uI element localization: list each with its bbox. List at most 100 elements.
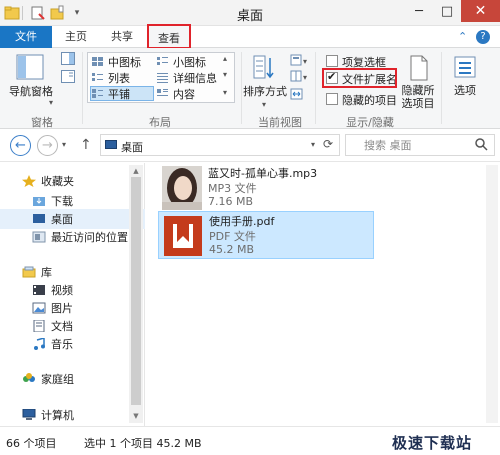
nav-favorites-label: 收藏夹 xyxy=(41,175,74,188)
hidden-items-label: 隐藏的项目 xyxy=(342,94,397,107)
sort-by-button[interactable]: 排序方式 xyxy=(243,85,287,98)
layout-expand-icon[interactable]: ▾ xyxy=(223,88,227,97)
nav-libraries-label: 库 xyxy=(41,266,52,279)
address-bar[interactable]: 桌面 ▾ ⟳ xyxy=(100,134,340,156)
nav-libraries[interactable]: 库 xyxy=(0,262,145,282)
hidden-items-checkbox[interactable] xyxy=(326,93,338,105)
nav-recent-places[interactable]: 最近访问的位置 xyxy=(0,227,145,247)
nav-homegroup[interactable]: 家庭组 xyxy=(0,369,145,389)
details-icon xyxy=(156,72,169,83)
list-icon xyxy=(91,72,104,83)
layout-tiles-label: 平铺 xyxy=(108,87,130,101)
search-icon[interactable] xyxy=(475,138,488,151)
layout-list[interactable]: 列表 xyxy=(91,70,130,85)
navigation-pane-dropdown-icon[interactable]: ▾ xyxy=(46,96,56,109)
pdf-file-icon xyxy=(163,214,203,258)
search-input[interactable] xyxy=(345,134,495,156)
navigation-pane-icon[interactable] xyxy=(15,52,45,82)
nav-desktop[interactable]: 桌面 xyxy=(0,209,145,229)
file-item-mp3[interactable]: 蓝又时-孤单心事.mp3 MP3 文件 7.16 MB xyxy=(158,164,374,212)
computer-icon xyxy=(22,408,36,421)
close-button[interactable]: ✕ xyxy=(461,0,500,22)
tiles-icon xyxy=(91,88,104,99)
layout-scroll-down-icon[interactable]: ▾ xyxy=(223,70,227,79)
nav-computer-label: 计算机 xyxy=(41,409,74,422)
content-icon xyxy=(156,88,169,99)
layout-details-label: 详细信息 xyxy=(173,71,217,85)
details-pane-icon[interactable] xyxy=(61,70,75,83)
add-columns-icon[interactable]: ▾ xyxy=(290,70,310,82)
nav-scrollbar[interactable]: ▲ ▼ xyxy=(129,165,143,423)
ribbon-view: 导航窗格 ▾ 窗格 中图标 小图标 列表 详细信息 平铺 内容 ▴ ▾ ▾ 布局… xyxy=(0,48,500,129)
nav-pictures[interactable]: 图片 xyxy=(0,298,145,318)
file-type: PDF 文件 xyxy=(209,230,256,243)
hide-selected-line1[interactable]: 隐藏所 xyxy=(398,84,438,97)
ribbon-tab-bar: 文件 主页 共享 查看 xyxy=(0,24,500,74)
maximize-button[interactable]: □ xyxy=(433,0,461,22)
hide-selected-line2[interactable]: 选项目 xyxy=(398,97,438,110)
refresh-icon[interactable]: ⟳ xyxy=(323,137,333,151)
svg-text:▾: ▾ xyxy=(303,57,307,66)
nav-music[interactable]: 音乐 xyxy=(0,334,145,354)
recent-places-icon xyxy=(32,231,46,243)
address-dropdown-icon[interactable]: ▾ xyxy=(311,140,315,149)
sort-by-icon[interactable] xyxy=(252,54,276,80)
item-checkboxes-checkbox[interactable] xyxy=(326,55,338,67)
ribbon-collapse-icon[interactable]: ⌃ xyxy=(458,30,467,43)
nav-pictures-label: 图片 xyxy=(51,302,73,315)
recent-locations-icon[interactable]: ▾ xyxy=(62,140,66,149)
status-bar: 66 个项目 选中 1 个项目 45.2 MB 极速下载站 xyxy=(0,426,500,455)
nav-favorites[interactable]: 收藏夹 xyxy=(0,171,145,191)
options-icon[interactable] xyxy=(452,54,478,80)
status-item-count: 66 个项目 xyxy=(6,437,57,450)
scroll-down-icon[interactable]: ▼ xyxy=(131,411,141,421)
scroll-up-icon[interactable]: ▲ xyxy=(131,166,141,176)
nav-computer[interactable]: 计算机 xyxy=(0,405,145,425)
file-list-scrollbar[interactable] xyxy=(486,165,498,423)
tab-view[interactable]: 查看 xyxy=(147,24,191,49)
back-button[interactable]: ← xyxy=(10,135,31,156)
layout-tiles[interactable]: 平铺 xyxy=(90,86,154,101)
layout-content-label: 内容 xyxy=(173,87,195,101)
file-item-pdf[interactable]: 使用手册.pdf PDF 文件 45.2 MB xyxy=(158,211,374,259)
preview-pane-icon[interactable] xyxy=(61,52,75,65)
explorer-app-icon[interactable] xyxy=(4,5,20,21)
layout-small-icons[interactable]: 小图标 xyxy=(156,54,206,69)
group-separator xyxy=(82,52,83,124)
star-icon xyxy=(22,175,36,187)
status-selection: 选中 1 个项目 45.2 MB xyxy=(84,437,202,450)
nav-homegroup-label: 家庭组 xyxy=(41,373,74,386)
layout-details[interactable]: 详细信息 xyxy=(156,70,217,85)
desktop-icon xyxy=(32,213,46,225)
forward-button[interactable]: → xyxy=(37,135,58,156)
layout-content[interactable]: 内容 xyxy=(156,86,195,101)
size-columns-icon[interactable] xyxy=(290,88,304,100)
sort-by-dropdown-icon[interactable]: ▾ xyxy=(259,98,269,111)
nav-documents[interactable]: 文档 xyxy=(0,316,145,336)
minimize-button[interactable]: ─ xyxy=(405,0,433,22)
homegroup-icon xyxy=(22,373,36,385)
new-folder-icon[interactable] xyxy=(50,5,66,21)
nav-downloads-label: 下载 xyxy=(51,195,73,208)
tab-share[interactable]: 共享 xyxy=(102,26,142,48)
file-type: MP3 文件 xyxy=(208,182,257,195)
properties-icon[interactable] xyxy=(30,5,46,21)
quick-access-separator xyxy=(22,6,23,20)
layout-scroll-up-icon[interactable]: ▴ xyxy=(223,54,227,63)
tab-home[interactable]: 主页 xyxy=(56,26,96,48)
options-button[interactable]: 选项 xyxy=(447,84,483,97)
group-label-panes: 窗格 xyxy=(31,116,53,129)
svg-text:▾: ▾ xyxy=(303,73,307,82)
group-by-icon[interactable]: ▾ xyxy=(290,54,310,66)
nav-scroll-thumb[interactable] xyxy=(131,177,141,405)
quick-access-dropdown-icon[interactable]: ▾ xyxy=(70,5,84,21)
nav-videos[interactable]: 视频 xyxy=(0,280,145,300)
layout-medium-icons-label: 中图标 xyxy=(108,55,141,69)
file-name: 蓝又时-孤单心事.mp3 xyxy=(208,167,318,180)
desktop-icon xyxy=(105,140,117,150)
up-button[interactable]: ↑ xyxy=(80,137,92,153)
layout-medium-icons[interactable]: 中图标 xyxy=(91,54,141,69)
hide-selected-items-icon[interactable] xyxy=(408,54,430,82)
nav-downloads[interactable]: 下载 xyxy=(0,191,145,211)
help-icon[interactable]: ? xyxy=(476,30,490,44)
